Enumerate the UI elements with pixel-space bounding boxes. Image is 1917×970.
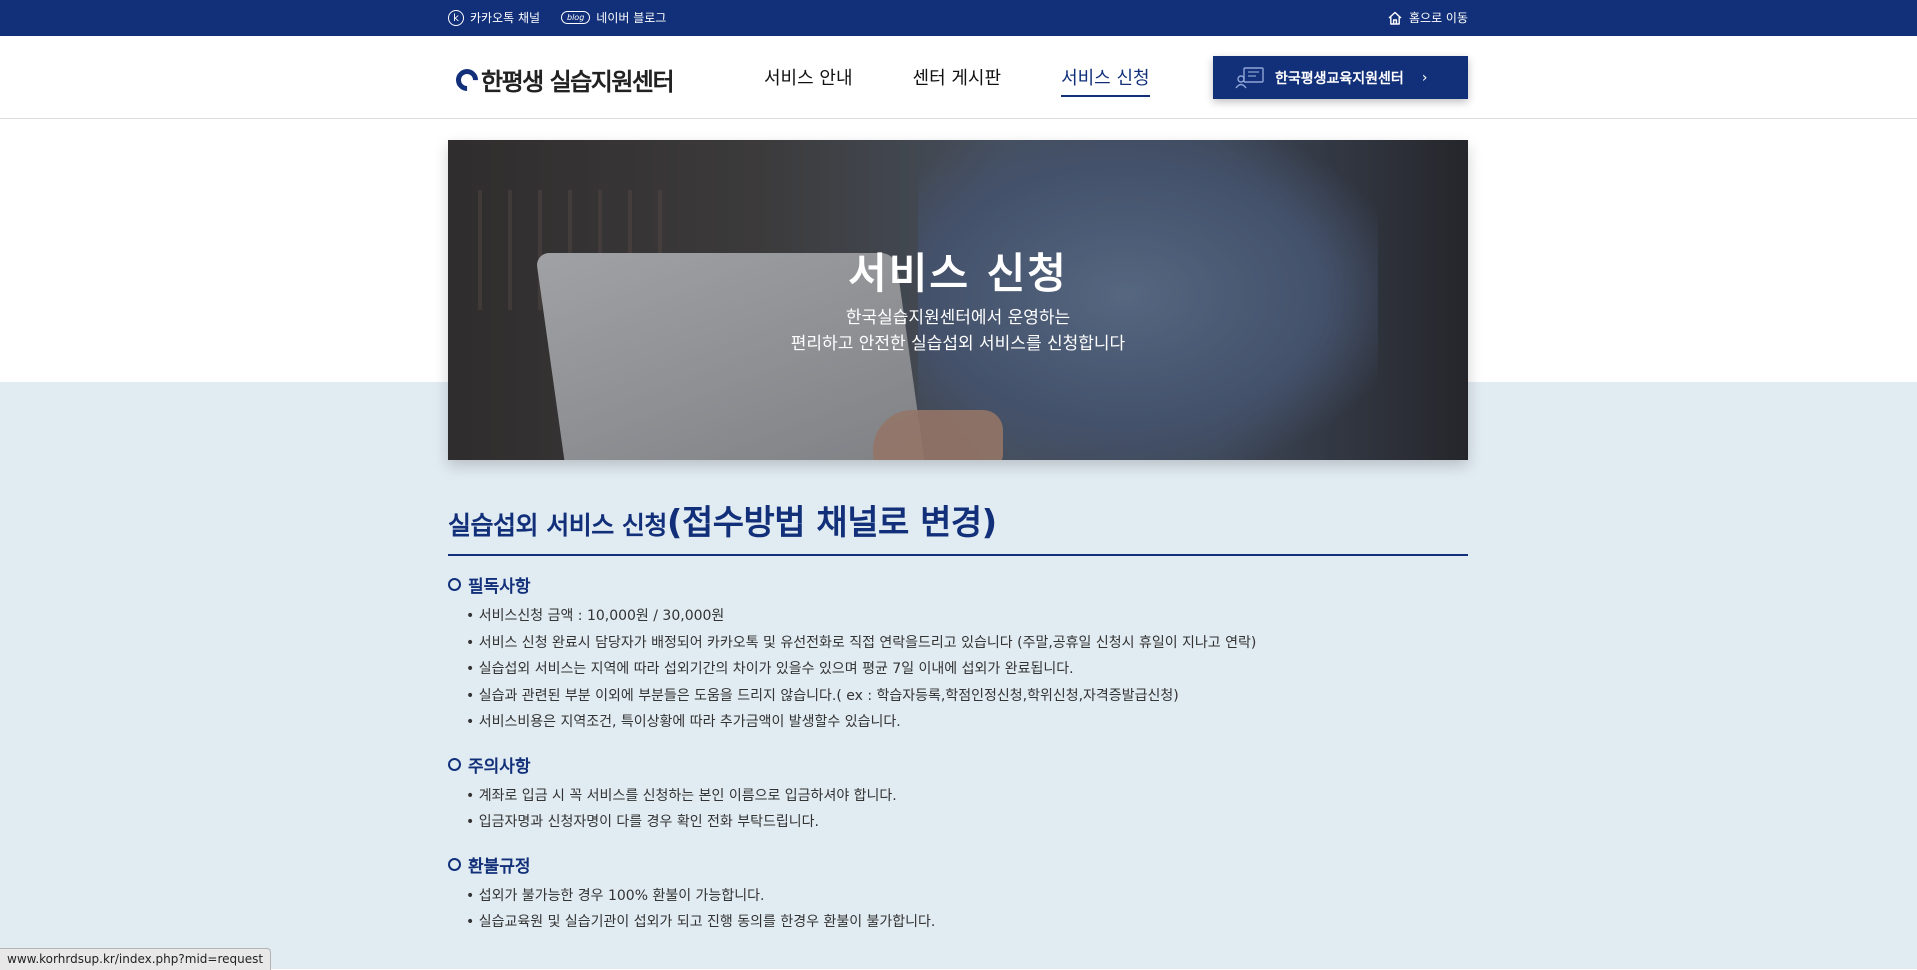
section-heading: 필독사항: [448, 572, 1468, 597]
home-label: 홈으로 이동: [1408, 11, 1468, 25]
chevron-right-icon: ›: [1421, 69, 1428, 86]
cta-label: 한국평생교육지원센터: [1275, 70, 1404, 87]
main-nav: 서비스 안내 센터 게시판 서비스 신청: [764, 64, 1150, 97]
kakao-channel-link[interactable]: k 카카오톡 채널: [448, 9, 540, 26]
hero-banner: 서비스 신청 한국실습지원센터에서 운영하는 편리하고 안전한 실습섭외 서비스…: [448, 140, 1468, 460]
site-logo[interactable]: 한평생 실습지원센터: [451, 62, 675, 97]
list-item: 실습교육원 및 실습기관이 섭외가 되고 진행 동의를 한경우 환불이 불가합니…: [466, 909, 1468, 936]
notice-section-required: 필독사항 서비스신청 금액 : 10,000원 / 30,000원 서비스 신청…: [448, 572, 1468, 736]
list-item: 실습섭외 서비스는 지역에 따라 섭외기간의 차이가 있을수 있으며 평균 7일…: [466, 656, 1468, 683]
home-link[interactable]: 홈으로 이동: [1387, 9, 1468, 26]
section-heading: 주의사항: [448, 752, 1468, 777]
notice-section-caution: 주의사항 계좌로 입금 시 꼭 서비스를 신청하는 본인 이름으로 입금하셔야 …: [448, 752, 1468, 836]
hero-subtitle-line1: 한국실습지원센터에서 운영하는: [845, 308, 1071, 328]
nav-center-board[interactable]: 센터 게시판: [913, 64, 1002, 97]
section-heading: 환불규정: [448, 852, 1468, 877]
document-person-icon: [1235, 66, 1264, 88]
notice-list: 서비스신청 금액 : 10,000원 / 30,000원 서비스 신청 완료시 …: [448, 603, 1468, 736]
page-title-note: (접수방법 채널로 변경): [666, 503, 997, 543]
list-item: 실습과 관련된 부분 이외에 부분들은 도움을 드리지 않습니다.( ex : …: [466, 683, 1468, 710]
section-heading-text: 주의사항: [468, 756, 531, 777]
circle-bullet-icon: [448, 578, 461, 591]
section-heading-text: 환불규정: [468, 856, 531, 877]
notice-section-refund: 환불규정 섭외가 불가능한 경우 100% 환불이 가능합니다. 실습교육원 및…: [448, 852, 1468, 936]
logo-text: 한평생 실습지원센터: [481, 68, 675, 96]
main-content: 실습섭외 서비스 신청(접수방법 채널로 변경) 필독사항 서비스신청 금액 :…: [448, 495, 1468, 936]
hero-title: 서비스 신청: [848, 249, 1068, 298]
list-item: 서비스신청 금액 : 10,000원 / 30,000원: [466, 603, 1468, 630]
list-item: 입금자명과 신청자명이 다를 경우 확인 전화 부탁드립니다.: [466, 809, 1468, 836]
page-title: 실습섭외 서비스 신청(접수방법 채널로 변경): [448, 495, 1468, 556]
lifelong-education-center-button[interactable]: 한국평생교육지원센터 ›: [1213, 56, 1468, 99]
hero-subtitle-line2: 편리하고 안전한 실습섭외 서비스를 신청합니다: [790, 334, 1126, 354]
logo-mark-icon: [451, 63, 483, 96]
home-icon: [1388, 11, 1402, 25]
blog-icon: blog: [561, 11, 591, 24]
list-item: 서비스비용은 지역조건, 특이상황에 따라 추가금액이 발생할수 있습니다.: [466, 709, 1468, 736]
site-header: 한평생 실습지원센터 서비스 안내 센터 게시판 서비스 신청 한국평생교육지원…: [0, 36, 1917, 119]
list-item: 섭외가 불가능한 경우 100% 환불이 가능합니다.: [466, 883, 1468, 910]
notice-list: 섭외가 불가능한 경우 100% 환불이 가능합니다. 실습교육원 및 실습기관…: [448, 883, 1468, 936]
nav-service-guide[interactable]: 서비스 안내: [764, 64, 853, 97]
page-title-main: 실습섭외 서비스 신청: [448, 511, 667, 540]
naver-blog-link[interactable]: blog 네이버 블로그: [561, 9, 666, 26]
section-heading-text: 필독사항: [468, 577, 531, 597]
kakao-icon: k: [448, 9, 464, 26]
notice-list: 계좌로 입금 시 꼭 서비스를 신청하는 본인 이름으로 입금하셔야 합니다. …: [448, 783, 1468, 836]
kakao-channel-label: 카카오톡 채널: [470, 11, 541, 25]
list-item: 서비스 신청 완료시 담당자가 배정되어 카카오톡 및 유선전화로 직접 연락을…: [466, 630, 1468, 657]
circle-bullet-icon: [448, 757, 461, 771]
naver-blog-label: 네이버 블로그: [596, 11, 667, 25]
browser-status-url: www.korhrdsup.kr/index.php?mid=request: [0, 948, 272, 970]
list-item: 계좌로 입금 시 꼭 서비스를 신청하는 본인 이름으로 입금하셔야 합니다.: [466, 783, 1468, 810]
top-utility-bar: k 카카오톡 채널 blog 네이버 블로그 홈으로 이동: [0, 0, 1917, 36]
nav-service-request[interactable]: 서비스 신청: [1061, 64, 1150, 97]
circle-bullet-icon: [448, 857, 461, 871]
